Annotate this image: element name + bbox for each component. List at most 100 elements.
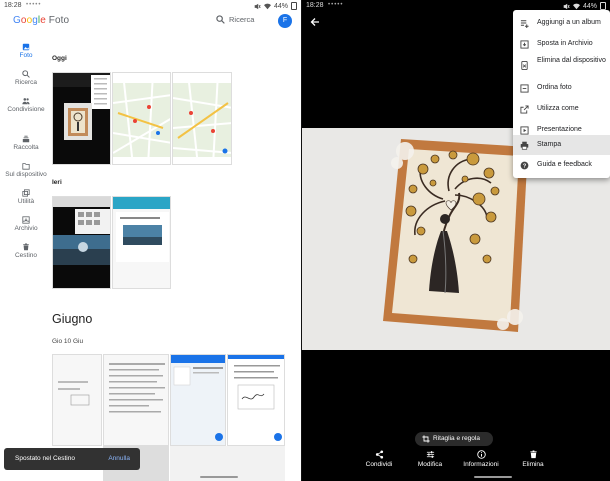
logo-foto-text: Foto (48, 15, 70, 26)
nav-label: Cestino (14, 252, 38, 259)
account-avatar[interactable]: F (278, 14, 292, 28)
search-button[interactable]: Ricerca (216, 15, 254, 24)
menu-item-help-feedback[interactable]: ? Guida e feedback (513, 155, 610, 175)
menu-item-label: Guida e feedback (537, 161, 592, 168)
snackbar-message: Spostato nel Cestino (15, 455, 75, 462)
battery-icon (600, 2, 606, 10)
battery-icon (291, 2, 297, 10)
photo-viewer: 18:28 ••••• 44% Aggiungi a un album Spos… (302, 0, 610, 481)
google-photos-logo: Google Foto (13, 15, 70, 26)
mute-icon (563, 3, 570, 9)
share-button[interactable]: Condividi (362, 450, 396, 468)
battery-percent: 44% (273, 2, 288, 10)
action-label: Condividi (365, 461, 393, 468)
split-screen: 18:28 ••••• 44% Google Foto Ricerca F Fo… (0, 0, 610, 481)
menu-item-label: Stampa (537, 141, 562, 148)
archive-icon (520, 40, 529, 49)
utilities-icon (22, 189, 30, 197)
action-label: Informazioni (463, 461, 499, 468)
notification-dots: ••••• (328, 2, 344, 8)
notification-dots: ••••• (26, 2, 42, 8)
nav-label: Archivio (14, 225, 38, 232)
trash-icon (529, 450, 537, 459)
snackbar: Spostato nel Cestino Annulla (4, 448, 140, 470)
menu-item-label: Presentazione (537, 126, 582, 133)
wifi-icon (572, 3, 580, 9)
action-label: Modifica (417, 461, 443, 468)
gesture-handle (200, 476, 238, 478)
help-icon: ? (520, 161, 529, 170)
menu-item-label: Sposta in Archivio (537, 40, 593, 47)
slideshow-icon (520, 126, 529, 135)
photo-icon (22, 43, 30, 51)
open-in-icon (520, 105, 529, 114)
crop-icon (422, 435, 430, 443)
menu-item-label: Ordina foto (537, 84, 572, 91)
library-icon (22, 135, 30, 143)
print-icon (520, 141, 529, 150)
photo-thumbnail[interactable] (52, 196, 111, 289)
share-icon (375, 450, 383, 459)
nav-item-utilita[interactable]: Utilità (0, 189, 52, 205)
date-header: Gio 10 Giu (52, 338, 84, 345)
section-header-yesterday: Ieri (52, 179, 62, 186)
action-label: Elimina (522, 461, 544, 468)
photo-action-bar: Condividi Modifica Informazioni Elimina (302, 450, 610, 474)
nav-item-condivisione[interactable]: Condivisione (0, 97, 52, 113)
nav-label: Utilità (17, 198, 35, 205)
nav-label: Condivisione (7, 106, 45, 113)
google-photos-library: 18:28 ••••• 44% Google Foto Ricerca F Fo… (0, 0, 301, 481)
nav-item-archivio[interactable]: Archivio (0, 216, 52, 232)
back-arrow-icon[interactable] (310, 17, 320, 27)
edit-button[interactable]: Modifica (413, 450, 447, 468)
app-bar: Google Foto Ricerca F (0, 12, 301, 34)
status-bar: 18:28 ••••• 44% (0, 0, 301, 12)
nav-item-raccolta[interactable]: Raccolta (0, 135, 52, 151)
search-label: Ricerca (229, 15, 255, 24)
search-icon (22, 70, 30, 78)
battery-percent: 44% (582, 2, 597, 10)
menu-item-delete-from-device[interactable]: Elimina dal dispositivo (513, 54, 610, 78)
photo-grid: Oggi Ieri Giugno Gio 10 Giu (52, 34, 301, 481)
menu-item-add-to-album[interactable]: Aggiungi a un album (513, 13, 610, 33)
delete-button[interactable]: Elimina (518, 450, 548, 468)
people-icon (22, 98, 30, 105)
nav-label: Raccolta (13, 144, 39, 151)
nav-label: Sul dispositivo (5, 171, 47, 178)
nav-item-foto[interactable]: Foto (0, 43, 52, 59)
photo-thumbnail[interactable] (112, 72, 171, 165)
photo-thumbnail[interactable] (227, 354, 285, 446)
menu-item-label: Elimina dal dispositivo (537, 57, 606, 64)
photo-thumbnail[interactable] (170, 354, 226, 446)
svg-text:?: ? (523, 164, 527, 170)
photo-thumbnail[interactable] (52, 354, 102, 446)
photo-thumbnail[interactable] (172, 72, 232, 165)
edit-sliders-icon (426, 451, 434, 458)
nav-label: Ricerca (14, 79, 38, 86)
nav-item-ricerca[interactable]: Ricerca (0, 70, 52, 86)
photo-thumbnail[interactable] (112, 196, 171, 289)
archive-icon (22, 216, 30, 224)
gesture-handle (474, 476, 512, 478)
menu-item-move-to-archive[interactable]: Sposta in Archivio (513, 34, 610, 54)
nav-item-cestino[interactable]: Cestino (0, 243, 52, 259)
menu-item-use-as[interactable]: Utilizza come (513, 99, 610, 119)
section-header-today: Oggi (52, 55, 67, 62)
crop-and-adjust-button[interactable]: Ritaglia e regola (415, 432, 493, 446)
search-icon (216, 15, 225, 24)
photo-thumbnail[interactable] (103, 354, 169, 446)
menu-item-order-photos[interactable]: Ordina foto (513, 78, 610, 98)
info-icon (476, 450, 486, 459)
status-time: 18:28 (4, 2, 22, 9)
menu-item-print[interactable]: Stampa (513, 135, 610, 155)
nav-label: Foto (19, 52, 33, 59)
month-header: Giugno (52, 312, 93, 326)
mute-icon (254, 3, 261, 9)
painting-photo (383, 139, 528, 332)
crop-chip-label: Ritaglia e regola (433, 435, 480, 442)
undo-button[interactable]: Annulla (108, 455, 130, 462)
menu-item-label: Utilizza come (537, 105, 579, 112)
nav-item-sul-dispositivo[interactable]: Sul dispositivo (0, 162, 52, 178)
info-button[interactable]: Informazioni (460, 450, 502, 468)
photo-thumbnail[interactable] (52, 72, 111, 165)
